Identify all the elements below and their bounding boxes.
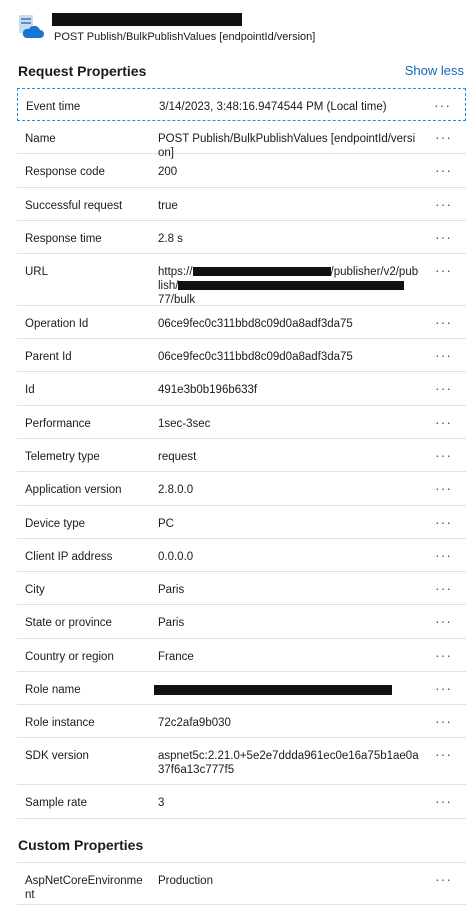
row-parent-id[interactable]: Parent Id 06ce9fec0c311bbd8c09d0a8adf3da… bbox=[17, 339, 466, 372]
row-id[interactable]: Id 491e3b0b196b633f ··· bbox=[17, 372, 466, 406]
row-value: PC bbox=[158, 518, 174, 530]
more-options-icon[interactable]: ··· bbox=[435, 162, 452, 178]
row-label: Response time bbox=[25, 233, 102, 245]
row-label: AspNetCoreEnvironment bbox=[25, 875, 143, 901]
row-response-code[interactable]: Response code 200 ··· bbox=[17, 154, 466, 188]
app-insights-icon bbox=[19, 15, 44, 38]
more-options-icon[interactable]: ··· bbox=[435, 347, 452, 363]
row-name[interactable]: Name POST Publish/BulkPublishValues [end… bbox=[17, 121, 466, 159]
redacted-title bbox=[52, 13, 242, 26]
redacted-host bbox=[192, 267, 331, 277]
row-value: 1sec-3sec bbox=[158, 418, 211, 430]
row-sample-rate[interactable]: Sample rate 3 ··· bbox=[17, 785, 466, 819]
row-value: true bbox=[158, 200, 178, 212]
row-role-instance[interactable]: Role instance 72c2afa9b030 ··· bbox=[17, 705, 466, 738]
row-device-type[interactable]: Device type PC ··· bbox=[17, 506, 466, 539]
row-value: Production bbox=[158, 875, 213, 887]
row-label: SDK version bbox=[25, 750, 89, 762]
custom-properties-title: Custom Properties bbox=[18, 837, 144, 853]
row-sdk-version[interactable]: SDK version aspnet5c:2.21.0+5e2e7ddda961… bbox=[17, 738, 466, 785]
request-properties-title: Request Properties bbox=[18, 63, 147, 79]
row-value: 3/14/2023, 3:48:16.9474544 PM (Local tim… bbox=[159, 101, 387, 113]
row-value: Paris bbox=[158, 617, 185, 629]
row-value: 3 bbox=[158, 797, 165, 809]
header: POST Publish/BulkPublishValues [endpoint… bbox=[0, 0, 474, 58]
row-label: Event time bbox=[26, 101, 81, 113]
more-options-icon[interactable]: ··· bbox=[435, 793, 452, 809]
row-label: URL bbox=[25, 266, 49, 278]
more-options-icon[interactable]: ··· bbox=[435, 746, 452, 762]
row-label: Application version bbox=[25, 484, 122, 496]
more-options-icon[interactable]: ··· bbox=[435, 129, 452, 145]
more-options-icon[interactable]: ··· bbox=[435, 447, 452, 463]
custom-properties-table: AspNetCoreEnvironment Production ··· bbox=[17, 862, 466, 905]
row-label: Parent Id bbox=[25, 351, 72, 363]
row-event-time[interactable]: Event time 3/14/2023, 3:48:16.9474544 PM… bbox=[17, 88, 466, 121]
row-value-url: https:///publisher/v2/pub lish/77/bulk bbox=[158, 266, 419, 306]
more-options-icon[interactable]: ··· bbox=[435, 314, 452, 330]
row-city[interactable]: City Paris ··· bbox=[17, 572, 466, 605]
row-client-ip[interactable]: Client IP address 0.0.0.0 ··· bbox=[17, 539, 466, 572]
row-label: Response code bbox=[25, 166, 105, 178]
more-options-icon[interactable]: ··· bbox=[435, 514, 452, 530]
row-label: State or province bbox=[25, 617, 112, 629]
row-label: Sample rate bbox=[25, 797, 88, 809]
more-options-icon[interactable]: ··· bbox=[435, 480, 452, 496]
row-value: Paris bbox=[158, 584, 185, 596]
row-label: Telemetry type bbox=[25, 451, 100, 463]
row-value: 2.8 s bbox=[158, 233, 183, 245]
row-country-or-region[interactable]: Country or region France ··· bbox=[17, 639, 466, 672]
row-response-time[interactable]: Response time 2.8 s ··· bbox=[17, 221, 466, 254]
request-subtitle: POST Publish/BulkPublishValues [endpoint… bbox=[54, 31, 316, 43]
row-value: request bbox=[158, 451, 197, 463]
more-options-icon[interactable]: ··· bbox=[435, 229, 452, 245]
row-label: Id bbox=[25, 384, 35, 396]
more-options-icon[interactable]: ··· bbox=[435, 613, 452, 629]
row-value: 0.0.0.0 bbox=[158, 551, 194, 563]
row-label: Client IP address bbox=[25, 551, 113, 563]
row-url[interactable]: URL https:///publisher/v2/pub lish/77/bul… bbox=[17, 254, 466, 306]
more-options-icon[interactable]: ··· bbox=[435, 196, 452, 212]
row-value: 491e3b0b196b633f bbox=[158, 384, 258, 396]
row-label: Device type bbox=[25, 518, 86, 530]
row-state-or-province[interactable]: State or province Paris ··· bbox=[17, 605, 466, 639]
more-options-icon[interactable]: ··· bbox=[435, 647, 452, 663]
row-value: 06ce9fec0c311bbd8c09d0a8adf3da75 bbox=[158, 318, 353, 330]
more-options-icon[interactable]: ··· bbox=[435, 871, 452, 887]
more-options-icon[interactable]: ··· bbox=[434, 97, 451, 113]
row-value: aspnet5c:2.21.0+5e2e7ddda961ec0e16a75b1a… bbox=[158, 750, 419, 776]
row-aspnetcore-environment[interactable]: AspNetCoreEnvironment Production ··· bbox=[17, 863, 466, 905]
more-options-icon[interactable]: ··· bbox=[435, 547, 452, 563]
more-options-icon[interactable]: ··· bbox=[435, 414, 452, 430]
row-operation-id[interactable]: Operation Id 06ce9fec0c311bbd8c09d0a8adf… bbox=[17, 306, 466, 339]
row-label: Country or region bbox=[25, 651, 114, 663]
show-less-link[interactable]: Show less bbox=[405, 63, 464, 78]
row-value-redacted bbox=[154, 683, 420, 697]
row-value: 72c2afa9b030 bbox=[158, 717, 231, 729]
row-value: 2.8.0.0 bbox=[158, 484, 194, 496]
row-label: Operation Id bbox=[25, 318, 89, 330]
more-options-icon[interactable]: ··· bbox=[435, 680, 452, 696]
row-value: 06ce9fec0c311bbd8c09d0a8adf3da75 bbox=[158, 351, 353, 363]
row-label: Role name bbox=[25, 684, 81, 696]
row-label: Role instance bbox=[25, 717, 95, 729]
request-properties-table: Event time 3/14/2023, 3:48:16.9474544 PM… bbox=[17, 88, 466, 819]
more-options-icon[interactable]: ··· bbox=[435, 380, 452, 396]
row-successful-request[interactable]: Successful request true ··· bbox=[17, 188, 466, 221]
row-value: 200 bbox=[158, 166, 178, 178]
more-options-icon[interactable]: ··· bbox=[435, 262, 452, 278]
row-role-name[interactable]: Role name ··· bbox=[17, 672, 466, 705]
row-label: Name bbox=[25, 133, 56, 145]
more-options-icon[interactable]: ··· bbox=[435, 713, 452, 729]
redacted-path bbox=[178, 281, 405, 291]
redacted-role-name bbox=[154, 684, 392, 695]
row-label: Performance bbox=[25, 418, 91, 430]
row-label: City bbox=[25, 584, 45, 596]
row-label: Successful request bbox=[25, 200, 123, 212]
more-options-icon[interactable]: ··· bbox=[435, 580, 452, 596]
row-telemetry-type[interactable]: Telemetry type request ··· bbox=[17, 439, 466, 472]
row-value: France bbox=[158, 651, 194, 663]
row-performance[interactable]: Performance 1sec-3sec ··· bbox=[17, 406, 466, 439]
row-application-version[interactable]: Application version 2.8.0.0 ··· bbox=[17, 472, 466, 506]
